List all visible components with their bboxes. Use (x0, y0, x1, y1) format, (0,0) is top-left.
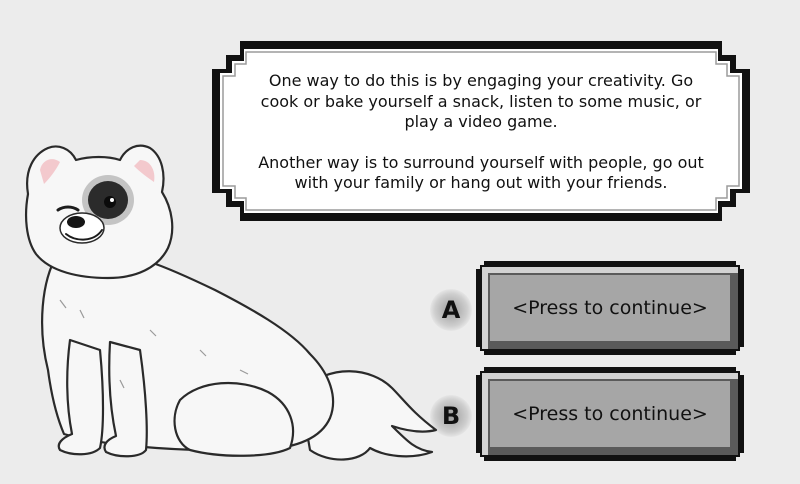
choice-b-label: <Press to continue> (512, 403, 708, 425)
choice-a-letter: A (430, 289, 472, 331)
choice-b-letter: B (430, 395, 472, 437)
dialogue-box: One way to do this is by engaging your c… (212, 41, 750, 221)
dialogue-paragraph-1: One way to do this is by engaging your c… (260, 71, 702, 131)
choice-a-button[interactable]: <Press to continue> (476, 261, 744, 355)
game-screen: One way to do this is by engaging your c… (0, 0, 800, 480)
choice-a-label: <Press to continue> (512, 297, 708, 319)
choice-a[interactable]: A <Press to continue> (430, 261, 745, 355)
choice-b-button[interactable]: <Press to continue> (476, 367, 744, 461)
dialogue-text: One way to do this is by engaging your c… (248, 71, 714, 194)
choice-b[interactable]: B <Press to continue> (430, 367, 745, 461)
dialogue-paragraph-2: Another way is to surround yourself with… (258, 152, 704, 193)
